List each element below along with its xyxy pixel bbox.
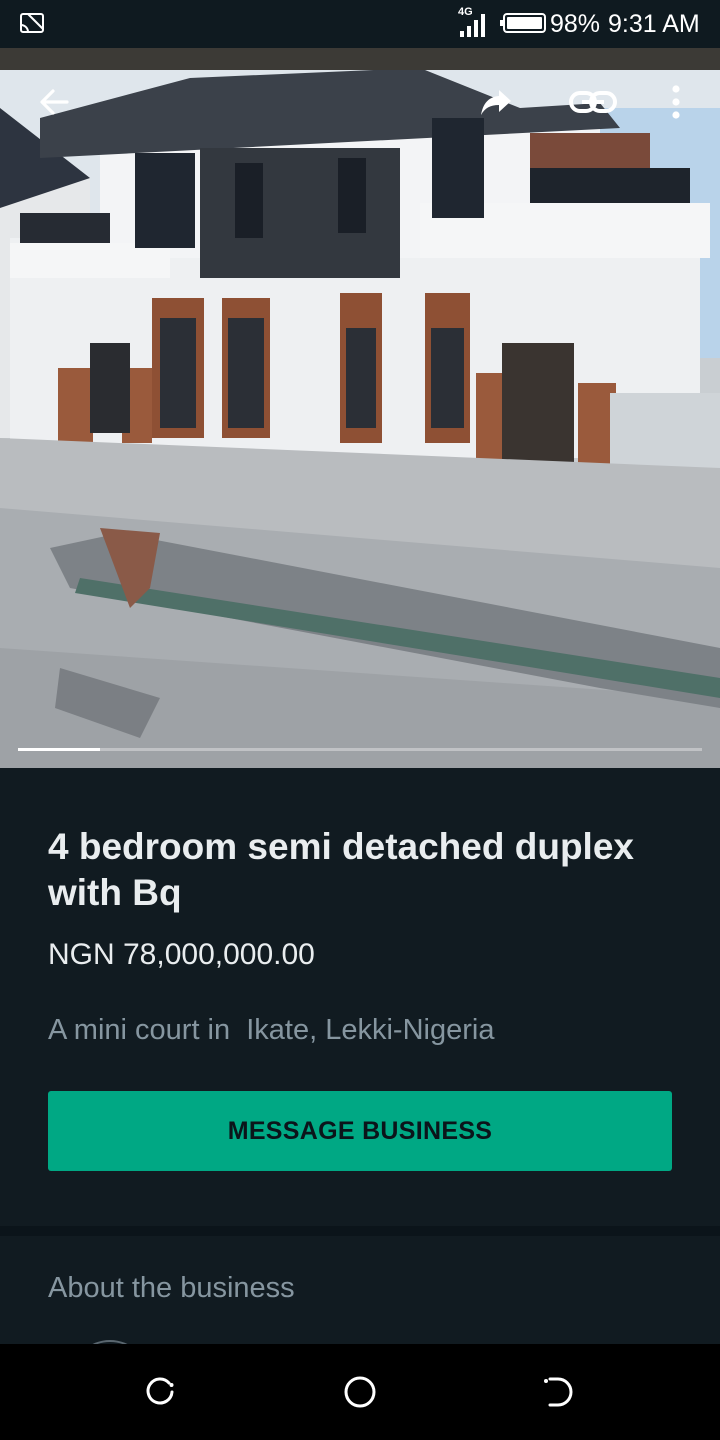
copy-link-button[interactable] bbox=[568, 82, 618, 122]
section-divider bbox=[0, 1226, 720, 1236]
about-business-title: About the business bbox=[48, 1272, 295, 1304]
about-business-section: About the business bbox=[0, 1236, 720, 1344]
battery-icon bbox=[500, 13, 546, 33]
product-image-carousel[interactable] bbox=[0, 48, 720, 768]
message-business-button[interactable]: MESSAGE BUSINESS bbox=[48, 1091, 672, 1171]
image-progress-track bbox=[18, 748, 702, 751]
more-options-button[interactable] bbox=[656, 82, 696, 122]
back-nav-button[interactable] bbox=[540, 1374, 576, 1410]
product-price: NGN 78,000,000.00 bbox=[48, 938, 315, 971]
share-forward-icon bbox=[481, 90, 511, 115]
cast-icon bbox=[20, 13, 44, 33]
signal-icon bbox=[460, 14, 485, 37]
image-top-strip bbox=[0, 48, 720, 70]
recent-apps-button[interactable] bbox=[142, 1374, 178, 1410]
product-photo bbox=[0, 48, 720, 768]
status-bar: 4G 98% 9:31 AM bbox=[0, 0, 720, 48]
back-nav-icon bbox=[544, 1377, 573, 1407]
share-button[interactable] bbox=[476, 82, 516, 122]
recent-apps-icon bbox=[146, 1377, 174, 1405]
back-button[interactable] bbox=[34, 82, 74, 122]
home-circle-icon bbox=[344, 1376, 376, 1408]
image-progress-fill bbox=[18, 748, 101, 751]
home-button[interactable] bbox=[342, 1374, 378, 1410]
back-arrow-icon bbox=[40, 89, 69, 115]
more-vertical-icon bbox=[672, 85, 680, 119]
product-description: A mini court in Ikate, Lekki-Nigeria bbox=[48, 1014, 495, 1046]
link-icon bbox=[569, 91, 617, 113]
clock: 9:31 AM bbox=[608, 10, 700, 38]
system-nav-bar bbox=[0, 1344, 720, 1440]
product-title: 4 bedroom semi detached duplex with Bq bbox=[48, 826, 634, 913]
product-details: 4 bedroom semi detached duplex with Bq N… bbox=[0, 768, 720, 1226]
battery-percent: 98% bbox=[550, 10, 601, 38]
